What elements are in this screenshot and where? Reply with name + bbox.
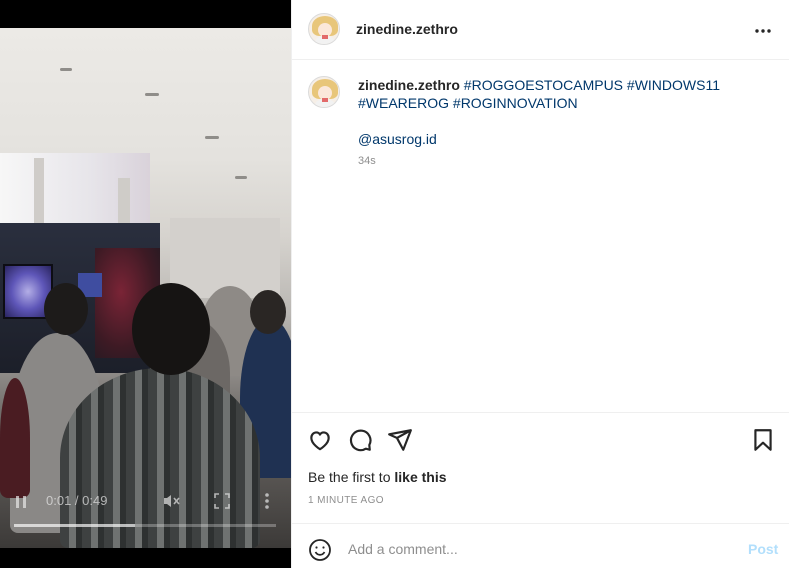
bookmark-icon[interactable] — [750, 427, 776, 453]
more-vertical-icon[interactable] — [264, 492, 270, 513]
volume-muted-icon[interactable] — [162, 493, 180, 512]
caption-avatar[interactable] — [308, 76, 340, 108]
emoji-icon[interactable] — [308, 538, 332, 562]
video-frame — [0, 28, 291, 548]
heart-icon[interactable] — [307, 427, 333, 453]
post-caption: zinedine.zethro #ROGGOESTOCAMPUS #WINDOW… — [358, 76, 768, 112]
video-time: 0:01 / 0:49 — [46, 493, 108, 508]
post-header: zinedine.zethro — [292, 0, 789, 60]
comment-icon[interactable] — [347, 427, 373, 453]
comment-input[interactable] — [348, 537, 728, 561]
avatar[interactable] — [308, 13, 340, 45]
header-username[interactable]: zinedine.zethro — [356, 21, 458, 37]
like-this-link[interactable]: like this — [394, 469, 446, 485]
video-progress-bar[interactable] — [14, 524, 276, 527]
mention-link[interactable]: @asusrog.id — [358, 131, 437, 147]
video-player[interactable]: 0:01 / 0:49 — [0, 0, 291, 568]
caption-age: 34s — [358, 155, 376, 167]
hashtag-link[interactable]: #WINDOWS11 — [627, 77, 720, 93]
hashtag-link[interactable]: #ROGGOESTOCAMPUS — [464, 77, 623, 93]
pause-icon[interactable] — [16, 496, 28, 508]
instagram-post: 0:01 / 0:49 zinedine.zethro zinedine.zet… — [0, 0, 789, 568]
more-horizontal-icon[interactable] — [754, 18, 772, 39]
post-comment-button[interactable]: Post — [748, 541, 778, 557]
likes-prefix: Be the first to — [308, 469, 395, 485]
video-progress-fill — [14, 524, 135, 527]
caption-username[interactable]: zinedine.zethro — [358, 77, 460, 93]
send-icon[interactable] — [387, 427, 413, 453]
action-bar: Be the first to like this 1 MINUTE AGO — [292, 412, 789, 524]
hashtag-link[interactable]: #WEAREROG — [358, 95, 449, 111]
post-timestamp: 1 MINUTE AGO — [308, 495, 384, 506]
video-controls: 0:01 / 0:49 — [0, 488, 291, 548]
likes-summary: Be the first to like this — [308, 469, 447, 485]
hashtag-link[interactable]: #ROGINNOVATION — [453, 95, 578, 111]
fullscreen-icon[interactable] — [214, 493, 230, 512]
post-details: zinedine.zethro zinedine.zethro #ROGGOES… — [291, 0, 789, 568]
comment-bar: Post — [292, 523, 789, 568]
